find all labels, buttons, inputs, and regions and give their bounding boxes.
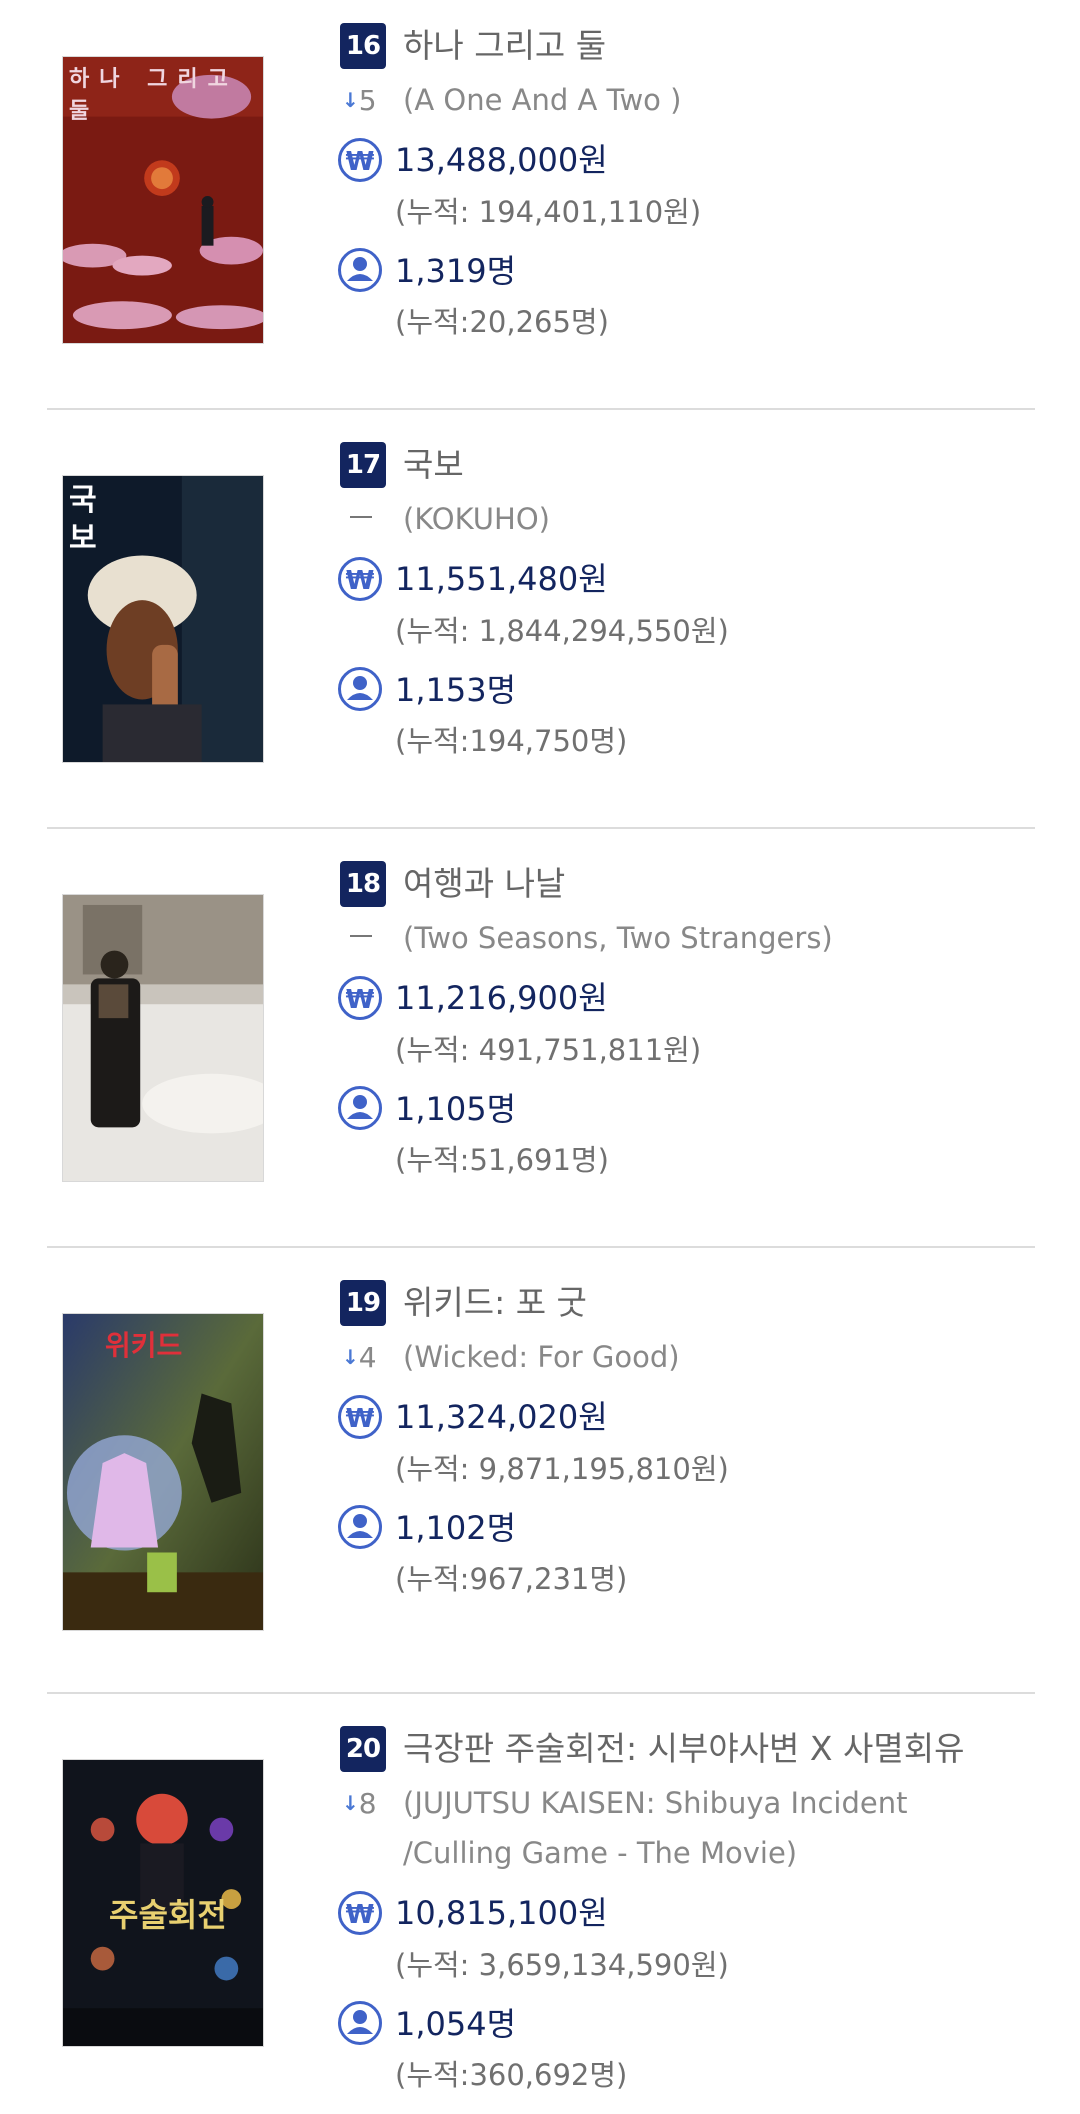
movie-title[interactable]: 극장판 주술회전: 시부야사변 X 사멸회유 — [403, 1727, 964, 1771]
svg-text:₩: ₩ — [346, 1900, 375, 1930]
daily-audience: 1,153명 — [395, 671, 517, 709]
daily-audience: 1,102명 — [395, 1509, 517, 1547]
won-icon: ₩ — [338, 138, 382, 182]
arrow-down-icon: ↓ — [342, 1345, 359, 1369]
daily-revenue: 11,216,900원 — [395, 979, 608, 1017]
rank-badge: 19 — [340, 1280, 386, 1326]
rank-change-value: 8 — [358, 1787, 377, 1820]
movie-poster[interactable]: 주술회전 — [62, 1759, 264, 2047]
won-icon: ₩ — [338, 976, 382, 1020]
poster-title-text: 주술회전 — [109, 1896, 227, 1934]
original-title: (A One And A Two ) — [403, 83, 682, 117]
daily-audience: 1,319명 — [395, 252, 517, 290]
person-icon — [338, 248, 382, 292]
movie-poster[interactable]: 위키드 — [62, 1313, 264, 1631]
rank-change — [342, 916, 392, 960]
svg-text:₩: ₩ — [346, 1404, 375, 1434]
divider — [47, 1246, 1035, 1248]
svg-text:₩: ₩ — [346, 566, 375, 596]
cumulative-revenue: (누적: 194,401,110원) — [395, 195, 702, 229]
cumulative-revenue: (누적: 9,871,195,810원) — [395, 1452, 729, 1486]
poster-title-text: 하나 그리고 둘 — [69, 66, 238, 124]
original-title: (JUJUTSU KAISEN: Shibuya Incident /Culli… — [403, 1786, 908, 1870]
rank-change: ↓4 — [342, 1335, 392, 1379]
cumulative-audience: (누적:967,231명) — [395, 1562, 628, 1596]
person-icon — [338, 2001, 382, 2045]
daily-audience: 1,105명 — [395, 1090, 517, 1128]
cumulative-audience: (누적:51,691명) — [395, 1143, 609, 1177]
rank-change-value: 5 — [358, 84, 377, 117]
divider — [47, 1692, 1035, 1694]
divider — [47, 408, 1035, 410]
cumulative-audience: (누적:20,265명) — [395, 305, 609, 339]
movie-title[interactable]: 위키드: 포 굿 — [403, 1281, 587, 1325]
daily-revenue: 10,815,100원 — [395, 1894, 608, 1932]
cumulative-revenue: (누적: 491,751,811원) — [395, 1033, 702, 1067]
rank-badge: 20 — [340, 1726, 386, 1772]
original-title: (KOKUHO) — [403, 502, 550, 536]
movie-title[interactable]: 국보 — [403, 443, 464, 487]
dash-icon — [350, 516, 372, 518]
won-icon: ₩ — [338, 1891, 382, 1935]
daily-revenue: 13,488,000원 — [395, 141, 608, 179]
cumulative-revenue: (누적: 1,844,294,550원) — [395, 614, 729, 648]
boxoffice-list: 하나 그리고 둘 16 하나 그리고 둘 ↓5 (A One And A Two… — [0, 0, 1080, 2114]
svg-text:₩: ₩ — [346, 985, 375, 1015]
cumulative-audience: (누적:194,750명) — [395, 724, 628, 758]
won-icon: ₩ — [338, 557, 382, 601]
original-title: (Two Seasons, Two Strangers) — [403, 921, 833, 955]
original-title: (Wicked: For Good) — [403, 1340, 680, 1374]
rank-badge: 16 — [340, 23, 386, 69]
arrow-down-icon: ↓ — [342, 1791, 359, 1815]
arrow-down-icon: ↓ — [342, 88, 359, 112]
dash-icon — [350, 935, 372, 937]
poster-image — [63, 895, 263, 1181]
daily-revenue: 11,551,480원 — [395, 560, 608, 598]
cumulative-audience: (누적:360,692명) — [395, 2058, 628, 2092]
person-icon — [338, 667, 382, 711]
rank-change: ↓8 — [342, 1781, 392, 1825]
poster-title-text: 위키드 — [105, 1329, 183, 1362]
rank-badge: 17 — [340, 442, 386, 488]
daily-audience: 1,054명 — [395, 2005, 517, 2043]
daily-revenue: 11,324,020원 — [395, 1398, 608, 1436]
divider — [47, 827, 1035, 829]
rank-badge: 18 — [340, 861, 386, 907]
movie-poster[interactable] — [62, 894, 264, 1182]
movie-title[interactable]: 여행과 나날 — [403, 862, 565, 906]
person-icon — [338, 1086, 382, 1130]
poster-title-text: 국보 — [69, 483, 97, 556]
won-icon: ₩ — [338, 1395, 382, 1439]
movie-poster[interactable]: 하나 그리고 둘 — [62, 56, 264, 344]
rank-change: ↓5 — [342, 78, 392, 122]
movie-title[interactable]: 하나 그리고 둘 — [403, 24, 606, 68]
movie-poster[interactable]: 국보 — [62, 475, 264, 763]
person-icon — [338, 1505, 382, 1549]
cumulative-revenue: (누적: 3,659,134,590원) — [395, 1948, 729, 1982]
rank-change — [342, 497, 392, 541]
svg-text:₩: ₩ — [346, 147, 375, 177]
rank-change-value: 4 — [358, 1341, 377, 1374]
